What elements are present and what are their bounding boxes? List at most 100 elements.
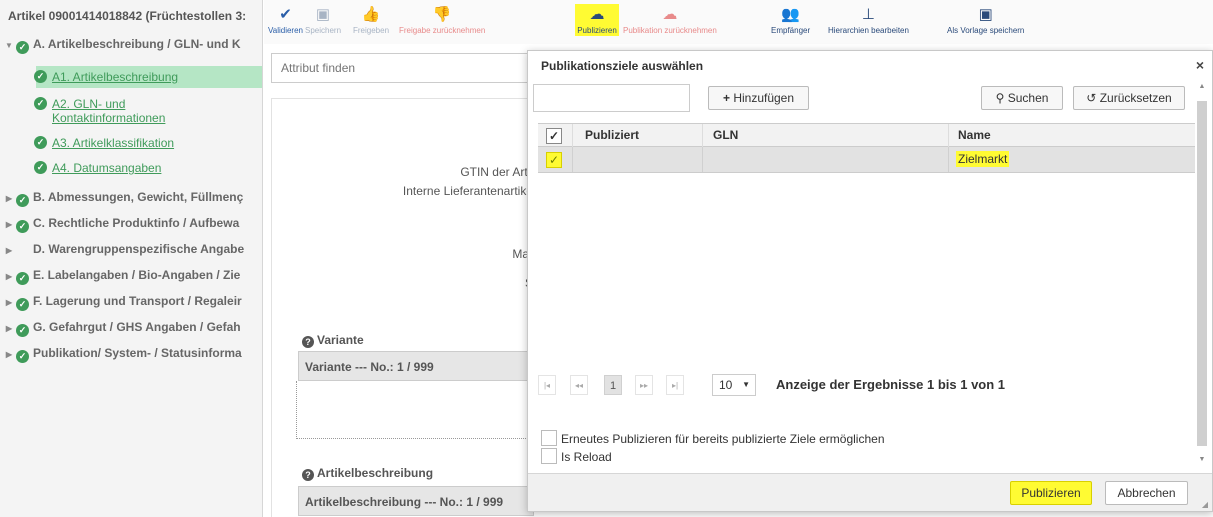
first-page-icon[interactable]: |◂ xyxy=(538,375,556,395)
targets-grid: ✓ Publiziert GLN Name ✓ Zielmarkt xyxy=(538,123,1195,177)
variant-section-title: ? Variante xyxy=(302,333,364,348)
tree-section-a[interactable]: ▼ ✓ A. Artikelbeschreibung / GLN- und K xyxy=(0,34,241,54)
tree-item-label: A2. GLN- und xyxy=(52,97,126,111)
page-size-select[interactable]: 10 ▼ xyxy=(712,374,756,396)
tree-section-publikation[interactable]: ▶ ✓ Publikation/ System- / Statusinforma xyxy=(0,343,242,363)
republish-checkbox[interactable] xyxy=(541,430,557,446)
save-label: Speichern xyxy=(305,26,342,35)
scroll-down-icon[interactable]: ▼ xyxy=(1196,454,1208,466)
tree-section-label: A. Artikelbeschreibung / GLN- und K xyxy=(33,37,241,51)
article-title: Artikel 09001414018842 (Früchtestollen 3… xyxy=(8,9,247,23)
attribute-search-input[interactable] xyxy=(272,54,532,82)
row-checkbox[interactable]: ✓ xyxy=(546,151,562,168)
cancel-button[interactable]: Abbrechen xyxy=(1105,481,1188,505)
article-description-section-label: Artikelbeschreibung xyxy=(317,466,434,480)
close-icon[interactable]: × xyxy=(1196,57,1204,73)
edit-hierarchies-label: Hierarchien bearbeiten xyxy=(828,26,909,35)
checkmark-icon: ✔ xyxy=(279,6,292,23)
revoke-release-button[interactable]: 👎 Freigabe zurücknehmen xyxy=(399,4,485,36)
tree-section-f[interactable]: ▶ ✓ F. Lagerung und Transport / Regaleir xyxy=(0,291,242,311)
save-as-template-label: Als Vorlage speichern xyxy=(947,26,1025,35)
cloud-upload-icon: ☁ xyxy=(662,6,678,23)
tree-item-a3[interactable]: ✓ A3. Artikelklassifikation xyxy=(34,136,175,150)
tree-section-g[interactable]: ▶ ✓ G. Gefahrgut / GHS Angaben / Gefah xyxy=(0,317,241,337)
current-page[interactable]: 1 xyxy=(604,375,622,395)
tree-section-c[interactable]: ▶ ✓ C. Rechtliche Produktinfo / Aufbewa xyxy=(0,213,239,233)
undo-icon: ↺ xyxy=(1086,91,1097,105)
select-all-checkbox[interactable]: ✓ xyxy=(546,127,562,144)
chevron-right-icon[interactable]: ▶ xyxy=(2,241,16,261)
tree-item-a1[interactable]: ✓ A1. Artikelbeschreibung xyxy=(34,70,178,84)
check-circle-icon: ✓ xyxy=(34,70,47,83)
table-row[interactable]: ✓ Zielmarkt xyxy=(538,147,1195,173)
chevron-right-icon[interactable]: ▶ xyxy=(2,345,16,365)
reset-label: Zurücksetzen xyxy=(1099,91,1172,105)
tree-section-b[interactable]: ▶ ✓ B. Abmessungen, Gewicht, Füllmenç xyxy=(0,187,243,207)
header-select-all[interactable]: ✓ xyxy=(538,124,572,147)
republish-option[interactable]: Erneutes Publizieren für bereits publizi… xyxy=(541,430,885,446)
tree-section-d[interactable]: ▶ D. Warengruppenspezifische Angabe xyxy=(0,239,244,259)
save-button[interactable]: ▣ Speichern xyxy=(305,4,341,36)
variant-section-label: Variante xyxy=(317,333,364,347)
scroll-up-icon[interactable]: ▲ xyxy=(1196,81,1208,93)
chevron-right-icon[interactable]: ▶ xyxy=(2,293,16,313)
scrollbar-thumb[interactable] xyxy=(1197,101,1207,446)
question-icon: ? xyxy=(302,336,314,348)
release-button[interactable]: 👍 Freigeben xyxy=(353,4,389,36)
release-label: Freigeben xyxy=(353,26,390,35)
pager: |◂ ◂◂ 1 ▸▸ ▸| 10 ▼ Anzeige der Ergebniss… xyxy=(538,373,1178,397)
publish-confirm-button[interactable]: Publizieren xyxy=(1010,481,1092,505)
check-circle-icon: ✓ xyxy=(16,41,29,54)
chevron-right-icon[interactable]: ▶ xyxy=(2,319,16,339)
publication-targets-dialog: Publikationsziele auswählen × + Hinzufüg… xyxy=(527,50,1213,512)
resize-grip-icon[interactable]: ◢ xyxy=(1202,500,1208,509)
chevron-down-icon[interactable]: ▼ xyxy=(2,36,16,56)
article-description-box-header[interactable]: Artikelbeschreibung --- No.: 1 / 999 xyxy=(298,486,534,516)
tree-section-e[interactable]: ▶ ✓ E. Labelangaben / Bio-Angaben / Zie xyxy=(0,265,240,285)
previous-page-icon[interactable]: ◂◂ xyxy=(570,375,588,395)
add-button[interactable]: + Hinzufügen xyxy=(708,86,809,110)
publish-button[interactable]: ☁ Publizieren xyxy=(575,4,619,36)
form-area: GTIN der Artil Interne Lieferantenartike… xyxy=(271,98,534,517)
question-icon: ? xyxy=(302,469,314,481)
attribute-search-field[interactable] xyxy=(271,53,533,83)
page-size-value: 10 xyxy=(719,378,733,392)
chevron-right-icon[interactable]: ▶ xyxy=(2,215,16,235)
row-published-cell xyxy=(572,147,702,172)
thumbs-up-icon: 👍 xyxy=(361,6,381,23)
floppy-disk-icon: ▣ xyxy=(978,6,993,23)
save-as-template-button[interactable]: ▣ Als Vorlage speichern xyxy=(947,4,1024,36)
tree-section-label: Publikation/ System- / Statusinforma xyxy=(33,346,242,360)
check-circle-icon: ✓ xyxy=(34,136,47,149)
chevron-right-icon[interactable]: ▶ xyxy=(2,189,16,209)
variant-box-header[interactable]: Variante --- No.: 1 / 999 xyxy=(298,351,534,381)
next-page-icon[interactable]: ▸▸ xyxy=(635,375,653,395)
column-header-name[interactable]: Name xyxy=(948,124,1195,147)
tree-item-label-cont: Kontaktinformationen xyxy=(52,111,166,125)
tree-item-label: A4. Datumsangaben xyxy=(52,161,162,175)
column-header-published[interactable]: Publiziert xyxy=(572,124,702,147)
search-button[interactable]: ⚲ Suchen xyxy=(981,86,1063,110)
variant-box-body xyxy=(296,381,534,439)
vertical-scrollbar[interactable]: ▲ ▼ xyxy=(1196,81,1208,466)
row-select-cell[interactable]: ✓ xyxy=(538,147,572,172)
chevron-right-icon[interactable]: ▶ xyxy=(2,267,16,287)
tree-section-label: G. Gefahrgut / GHS Angaben / Gefah xyxy=(33,320,241,334)
last-page-icon[interactable]: ▸| xyxy=(666,375,684,395)
tree-item-a2[interactable]: ✓ A2. GLN- und Kontaktinformationen xyxy=(34,97,166,125)
target-search-input[interactable] xyxy=(534,85,689,111)
tree-item-label: A3. Artikelklassifikation xyxy=(52,136,175,150)
edit-hierarchies-button[interactable]: ⊥ Hierarchien bearbeiten xyxy=(828,4,909,36)
validate-button[interactable]: ✔ Validieren xyxy=(268,4,303,36)
recipients-button[interactable]: 👥 Empfänger xyxy=(771,4,810,36)
reload-label: Is Reload xyxy=(561,450,612,464)
reload-checkbox[interactable] xyxy=(541,448,557,464)
row-gln-cell xyxy=(702,147,948,172)
column-header-gln[interactable]: GLN xyxy=(702,124,948,147)
toolbar: ✔ Validieren ▣ Speichern 👍 Freigeben 👎 F… xyxy=(264,0,1213,44)
reset-button[interactable]: ↺ Zurücksetzen xyxy=(1073,86,1185,110)
target-search-field[interactable] xyxy=(533,84,690,112)
revoke-publication-button[interactable]: ☁ Publikation zurücknehmen xyxy=(623,4,717,36)
tree-item-a4[interactable]: ✓ A4. Datumsangaben xyxy=(34,161,162,175)
reload-option[interactable]: Is Reload xyxy=(541,448,612,464)
